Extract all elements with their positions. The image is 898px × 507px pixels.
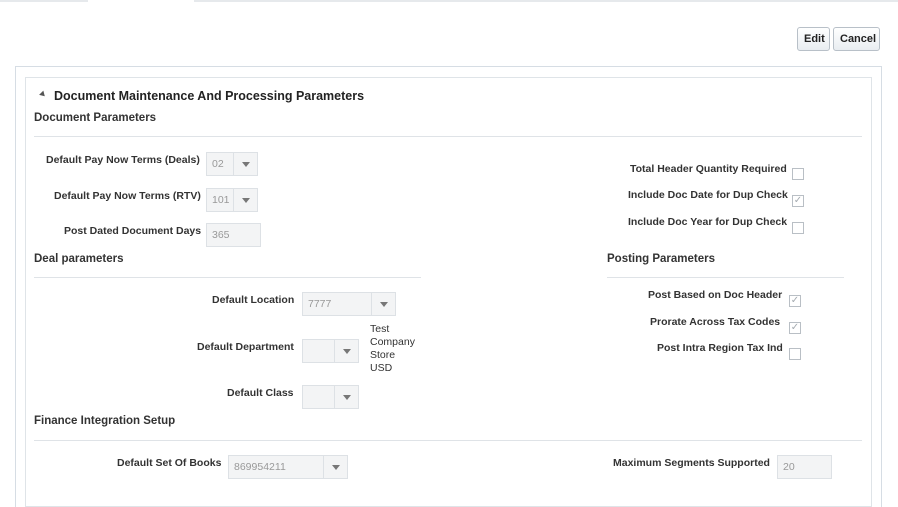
chevron-down-icon[interactable] <box>335 339 359 363</box>
post-based-label: Post Based on Doc Header <box>648 289 783 301</box>
max-segments-input[interactable]: 20 <box>777 455 832 479</box>
include-doc-year-checkbox[interactable] <box>792 222 804 234</box>
pay-now-deals-value: 02 <box>206 152 234 176</box>
prorate-label: Prorate Across Tax Codes <box>650 316 781 328</box>
set-of-books-value: 869954211 <box>228 455 324 479</box>
include-doc-date-checkbox[interactable]: ✓ <box>792 195 804 207</box>
posting-parameters-header: Posting Parameters <box>607 253 716 265</box>
default-class-value <box>302 385 335 409</box>
intra-region-checkbox[interactable] <box>789 348 801 360</box>
total-header-qty-label: Total Header Quantity Required <box>630 163 787 175</box>
department-desc-line: Test <box>370 323 390 335</box>
post-dated-input[interactable]: 365 <box>206 223 261 247</box>
chevron-down-icon[interactable] <box>234 188 258 212</box>
default-department-label: Default Department <box>197 341 294 353</box>
chevron-down-icon[interactable] <box>234 152 258 176</box>
default-location-value: 7777 <box>302 292 372 316</box>
pay-now-rtv-select[interactable]: 101 <box>206 188 258 212</box>
set-of-books-select[interactable]: 869954211 <box>228 455 348 479</box>
set-of-books-label: Default Set Of Books <box>117 457 222 469</box>
department-description: Test Company Store USD <box>370 323 415 375</box>
include-doc-year-label: Include Doc Year for Dup Check <box>628 216 788 228</box>
total-header-qty-checkbox[interactable] <box>792 168 804 180</box>
prorate-checkbox[interactable]: ✓ <box>789 322 801 334</box>
deal-parameters-header: Deal parameters <box>34 253 124 265</box>
chevron-down-icon[interactable] <box>372 292 396 316</box>
intra-region-label: Post Intra Region Tax Ind <box>657 342 783 354</box>
include-doc-date-label: Include Doc Date for Dup Check <box>628 189 788 201</box>
default-class-select[interactable] <box>302 385 359 409</box>
max-segments-label: Maximum Segments Supported <box>613 457 770 469</box>
document-parameters-header: Document Parameters <box>34 112 157 124</box>
finance-integration-header: Finance Integration Setup <box>34 415 176 427</box>
tab-strip <box>0 0 898 2</box>
post-dated-label: Post Dated Document Days <box>64 225 202 237</box>
document-parameters-divider <box>34 136 862 137</box>
chevron-down-icon[interactable] <box>324 455 348 479</box>
pay-now-deals-label: Default Pay Now Terms (Deals) <box>46 154 200 166</box>
cancel-button[interactable]: Cancel <box>833 27 880 51</box>
pay-now-rtv-value: 101 <box>206 188 234 212</box>
department-desc-line: Store <box>370 349 396 361</box>
default-location-label: Default Location <box>212 294 295 306</box>
pay-now-rtv-label: Default Pay Now Terms (RTV) <box>54 190 201 202</box>
posting-parameters-divider <box>607 277 844 278</box>
pay-now-deals-select[interactable]: 02 <box>206 152 258 176</box>
panel-title: Document Maintenance And Processing Para… <box>54 89 365 103</box>
default-department-value <box>302 339 335 363</box>
default-location-select[interactable]: 7777 <box>302 292 396 316</box>
deal-parameters-divider <box>34 277 421 278</box>
finance-integration-divider <box>34 440 862 441</box>
active-tab[interactable] <box>88 0 194 2</box>
chevron-down-icon[interactable] <box>335 385 359 409</box>
post-based-checkbox[interactable]: ✓ <box>789 295 801 307</box>
department-desc-line: USD <box>370 362 393 374</box>
edit-button[interactable]: Edit <box>797 27 830 51</box>
department-desc-line: Company <box>370 336 415 348</box>
default-department-select[interactable] <box>302 339 359 363</box>
default-class-label: Default Class <box>227 387 294 399</box>
